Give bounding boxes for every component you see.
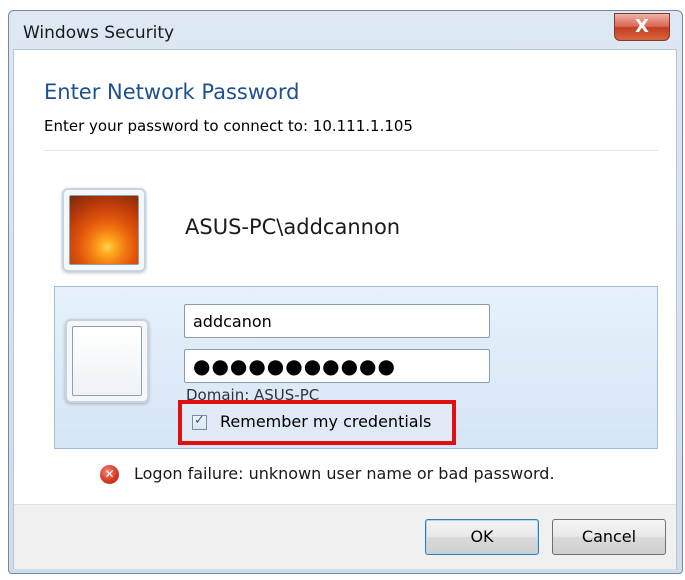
remember-credentials-label[interactable]: Remember my credentials [220,412,431,431]
close-icon: X [635,16,649,37]
button-bar: OK Cancel [14,504,676,569]
window-title: Windows Security [23,23,175,43]
flower-user-picture-icon [69,195,139,265]
dialog-body: Enter Network Password Enter your passwo… [13,49,677,569]
cancel-button[interactable]: Cancel [552,519,666,555]
new-user-tile [65,319,149,403]
dialog-heading: Enter Network Password [44,80,300,104]
saved-user-name: ASUS-PC\addcannon [185,215,401,239]
divider [44,150,658,151]
remember-credentials-checkbox[interactable]: ✓ [192,413,207,430]
username-input[interactable] [184,304,490,338]
windows-security-dialog: Windows Security X Enter Network Passwor… [8,10,683,574]
remember-credentials-highlight: ✓ Remember my credentials [178,400,456,445]
screenshot-frame: Windows Security X Enter Network Passwor… [0,0,685,580]
dialog-subheading: Enter your password to connect to: 10.11… [44,117,413,135]
ok-button[interactable]: OK [425,519,539,555]
close-button[interactable]: X [614,13,670,41]
error-message: Logon failure: unknown user name or bad … [134,464,555,483]
password-input[interactable] [184,349,490,383]
blank-user-picture-icon [72,326,142,396]
saved-user-tile[interactable] [62,188,146,272]
checkmark-icon: ✓ [194,413,205,428]
error-icon: ✕ [100,465,119,484]
